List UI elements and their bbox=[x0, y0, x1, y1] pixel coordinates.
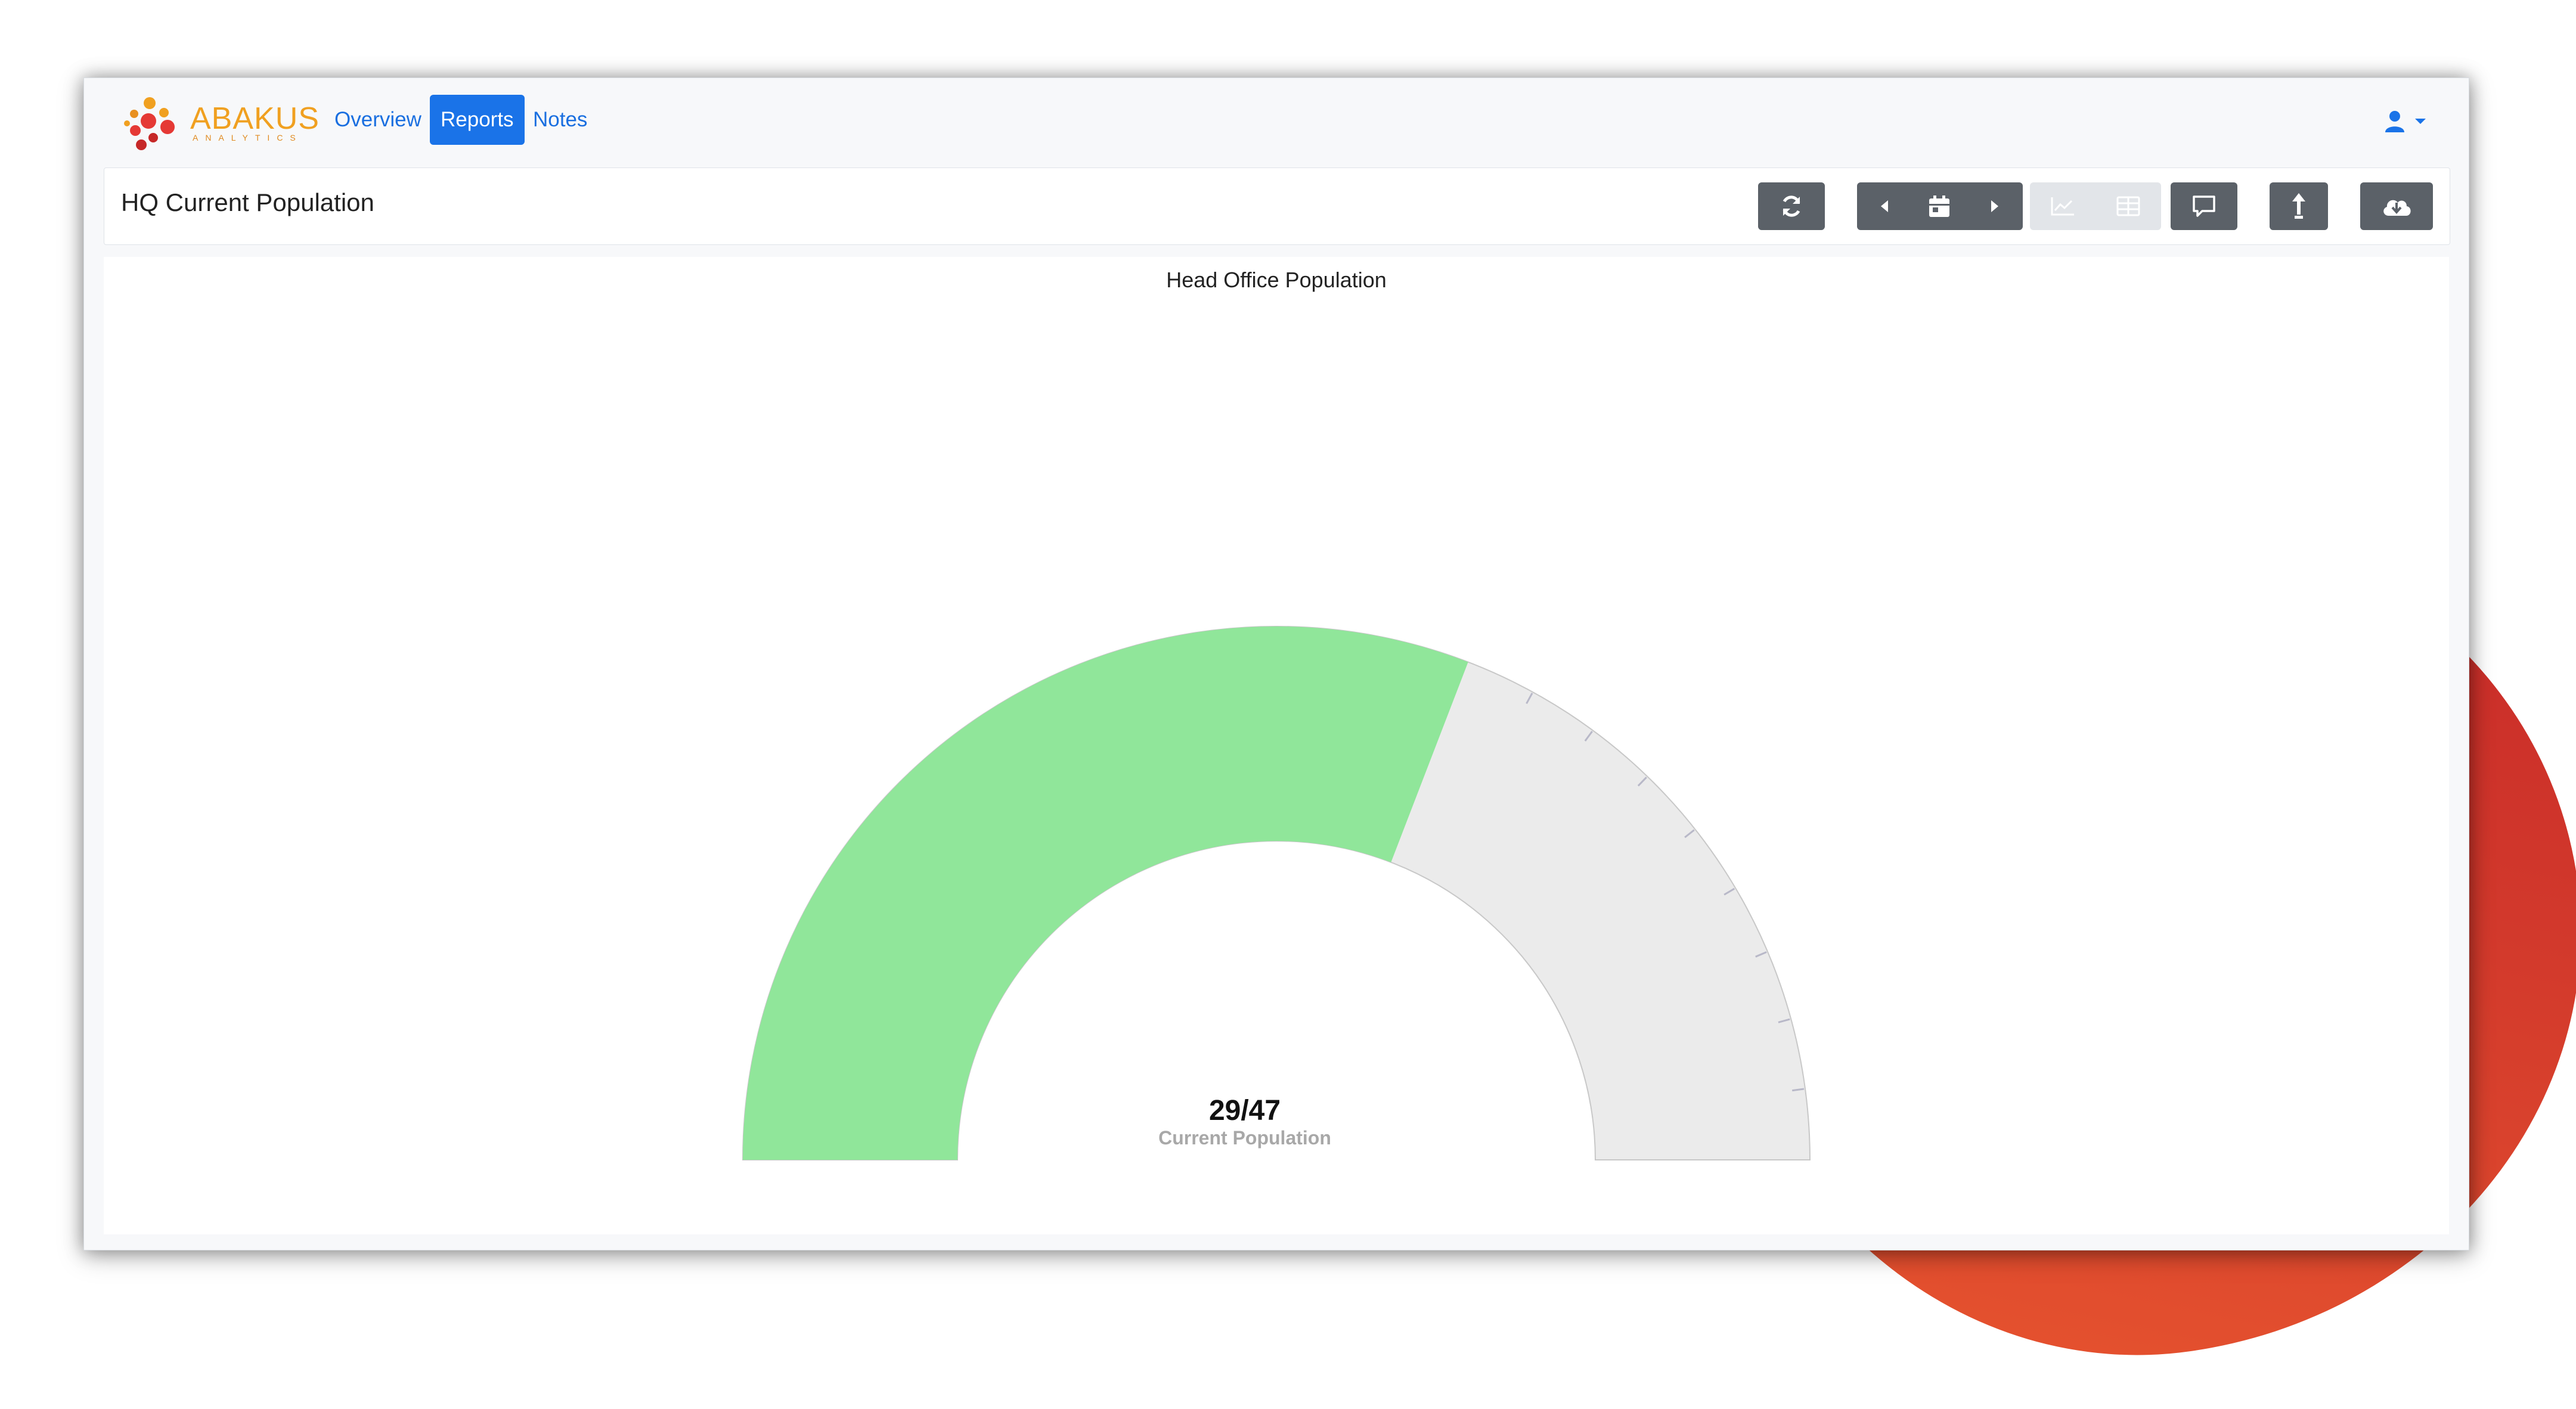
gauge-fill bbox=[743, 626, 1468, 1160]
navbar: ABAKUS ANALYTICS Overview Reports Notes bbox=[84, 78, 2469, 165]
app-window: ABAKUS ANALYTICS Overview Reports Notes … bbox=[83, 77, 2469, 1250]
abakus-logo[interactable]: ABAKUS ANALYTICS bbox=[120, 90, 319, 156]
page-title: HQ Current Population bbox=[121, 188, 374, 216]
share-icon bbox=[2292, 193, 2305, 219]
nav-link-notes[interactable]: Notes bbox=[522, 95, 598, 145]
calendar-icon bbox=[1929, 195, 1949, 217]
caret-right-icon bbox=[1991, 200, 1998, 212]
chart-panel: Head Office Population 29/47 Current Pop… bbox=[104, 257, 2449, 1234]
comment-icon bbox=[2193, 195, 2215, 217]
download-button[interactable] bbox=[2360, 182, 2433, 230]
gauge-caption: Current Population bbox=[1158, 1127, 1331, 1149]
report-header: HQ Current Population bbox=[104, 167, 2450, 245]
gauge-value-text: 29/47 bbox=[1208, 1095, 1281, 1126]
logo-wordmark: ABAKUS bbox=[190, 101, 320, 136]
nav-link-reports[interactable]: Reports bbox=[430, 95, 525, 145]
share-button[interactable] bbox=[2270, 182, 2328, 230]
nav-link-overview[interactable]: Overview bbox=[324, 95, 432, 145]
caret-left-icon bbox=[1881, 200, 1888, 212]
next-period-button[interactable] bbox=[1967, 182, 2023, 230]
logo-mark-icon bbox=[124, 97, 175, 150]
refresh-button[interactable] bbox=[1758, 182, 1825, 230]
date-nav-group bbox=[1857, 182, 2023, 230]
line-chart-view-button[interactable] bbox=[2030, 182, 2095, 230]
calendar-button[interactable] bbox=[1912, 182, 1967, 230]
cloud-download-icon bbox=[2383, 200, 2411, 216]
view-toggle-group bbox=[2030, 182, 2161, 230]
user-icon bbox=[2385, 111, 2404, 132]
table-view-button[interactable] bbox=[2095, 182, 2161, 230]
line-chart-icon bbox=[2051, 197, 2074, 216]
comments-button[interactable] bbox=[2171, 182, 2237, 230]
previous-period-button[interactable] bbox=[1857, 182, 1912, 230]
user-menu[interactable] bbox=[2384, 107, 2427, 136]
logo-subtitle: ANALYTICS bbox=[193, 133, 303, 142]
gauge-chart bbox=[742, 626, 1811, 1160]
chevron-down-icon bbox=[2415, 119, 2426, 124]
refresh-icon bbox=[1783, 195, 1800, 217]
table-icon bbox=[2116, 196, 2140, 216]
